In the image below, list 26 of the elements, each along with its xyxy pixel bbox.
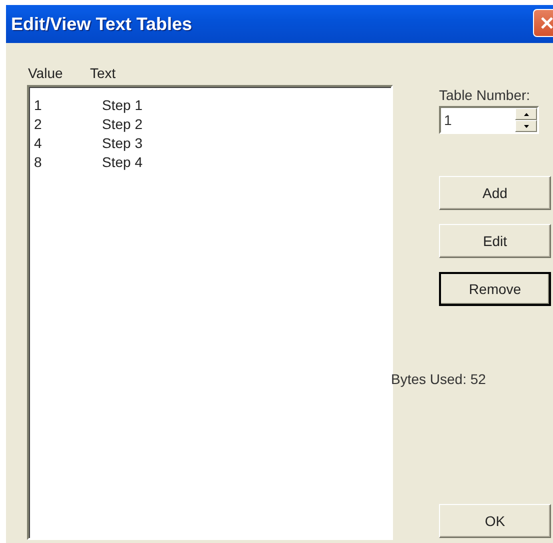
- value-cell-text: 4: [34, 134, 43, 150]
- text-cell: Step 2: [102, 116, 142, 132]
- spin-up-button[interactable]: [515, 108, 537, 120]
- ok-button[interactable]: OK: [439, 504, 551, 538]
- value-cell-text: 1: [34, 96, 43, 112]
- spin-down-button[interactable]: [515, 120, 537, 132]
- table-number-label: Table Number:: [439, 87, 532, 103]
- text-cell: Step 1: [102, 96, 142, 112]
- down-arrow-icon: [524, 124, 528, 128]
- close-icon: [539, 15, 553, 31]
- number-field[interactable]: 1: [441, 108, 515, 132]
- text-cell: Step 3: [102, 134, 142, 150]
- list-box[interactable]: 1 Step 1 2 Step 2 4 Step 3 8 Step 4: [27, 85, 393, 540]
- action-button[interactable]: Remove: [439, 272, 551, 306]
- window-title: Edit/View Text Tables: [11, 14, 192, 34]
- column-header: Value: [27, 65, 64, 83]
- bytes-used-label: Bytes Used: 52: [391, 371, 487, 387]
- column-header: Text: [89, 65, 117, 83]
- text-cell: Step 4: [102, 154, 142, 170]
- table-number-spinner[interactable]: 1: [439, 106, 539, 134]
- close-button[interactable]: [533, 9, 553, 37]
- up-arrow-icon: [524, 112, 528, 116]
- action-button[interactable]: Edit: [439, 224, 551, 258]
- value-cell-text: 8: [34, 154, 43, 170]
- action-button[interactable]: Add: [439, 176, 551, 210]
- value-cell-text: 2: [34, 116, 43, 132]
